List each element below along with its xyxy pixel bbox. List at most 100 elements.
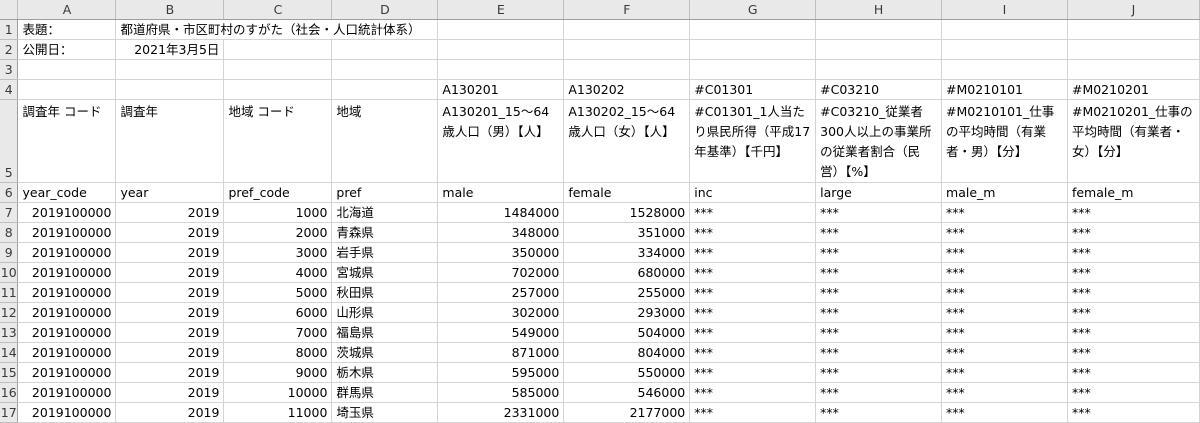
cell-j13[interactable]: *** [1067,322,1200,343]
row-header[interactable]: 9 [0,242,19,263]
cell-i5[interactable]: #M0210101_仕事の平均時間（有業者・男）【分】 [941,99,1068,183]
cell-j12[interactable]: *** [1067,302,1200,323]
cell-c11[interactable]: 5000 [223,282,333,303]
cell-d16[interactable]: 群馬県 [331,382,439,403]
cell-e16[interactable]: 585000 [437,382,565,403]
cell-j3[interactable] [1067,59,1200,80]
cell-e6[interactable]: male [437,182,565,203]
cell-h14[interactable]: *** [815,342,943,363]
cell-i6[interactable]: male_m [941,182,1068,203]
cell-e10[interactable]: 702000 [437,262,565,283]
cell-b3[interactable] [115,59,225,80]
cell-i8[interactable]: *** [941,222,1068,243]
cell-i9[interactable]: *** [941,242,1068,263]
cell-c13[interactable]: 7000 [223,322,333,343]
row-header[interactable]: 10 [0,262,19,283]
cell-d8[interactable]: 青森県 [331,222,439,243]
row-header[interactable]: 12 [0,302,19,323]
row-header[interactable]: 11 [0,282,19,303]
cell-e13[interactable]: 549000 [437,322,565,343]
cell-c17[interactable]: 11000 [223,402,333,423]
cell-j14[interactable]: *** [1067,342,1200,363]
cell-c16[interactable]: 10000 [223,382,333,403]
cell-a10[interactable]: 2019100000 [17,262,117,283]
cell-i13[interactable]: *** [941,322,1068,343]
cell-j5[interactable]: #M0210201_仕事の平均時間（有業者・女）【分】 [1067,99,1200,183]
cell-h7[interactable]: *** [815,202,943,223]
row-header[interactable]: 2 [0,39,19,60]
cell-g8[interactable]: *** [689,222,817,243]
row-header[interactable]: 14 [0,342,19,363]
cell-g14[interactable]: *** [689,342,817,363]
column-header[interactable]: G [689,0,817,20]
cell-j1[interactable] [1067,19,1200,40]
cell-b15[interactable]: 2019 [115,362,225,383]
cell-c4[interactable] [223,79,333,100]
row-header[interactable]: 7 [0,202,19,223]
column-header[interactable]: C [223,0,333,20]
cell-g1[interactable] [689,19,817,40]
cell-e4[interactable]: A130201 [437,79,565,100]
cell-b5[interactable]: 調査年 [115,99,225,183]
cell-e11[interactable]: 257000 [437,282,565,303]
cell-a8[interactable]: 2019100000 [17,222,117,243]
cell-h6[interactable]: large [815,182,943,203]
column-header[interactable]: B [115,0,225,20]
cell-i11[interactable]: *** [941,282,1068,303]
cell-j7[interactable]: *** [1067,202,1200,223]
cell-b4[interactable] [115,79,225,100]
cell-f12[interactable]: 293000 [563,302,691,323]
cell-h9[interactable]: *** [815,242,943,263]
cell-h4[interactable]: #C03210 [815,79,943,100]
row-header[interactable]: 17 [0,402,19,423]
cell-g12[interactable]: *** [689,302,817,323]
row-header[interactable]: 16 [0,382,19,403]
column-header[interactable]: A [17,0,117,20]
cell-f10[interactable]: 680000 [563,262,691,283]
cell-g9[interactable]: *** [689,242,817,263]
cell-f6[interactable]: female [563,182,691,203]
cell-e15[interactable]: 595000 [437,362,565,383]
column-header[interactable]: J [1067,0,1200,20]
cell-h10[interactable]: *** [815,262,943,283]
cell-b1[interactable]: 都道府県・市区町村のすがた（社会・人口統計体系） [115,19,439,40]
cell-c12[interactable]: 6000 [223,302,333,323]
row-header[interactable]: 1 [0,19,19,40]
cell-b6[interactable]: year [115,182,225,203]
cell-j11[interactable]: *** [1067,282,1200,303]
cell-d9[interactable]: 岩手県 [331,242,439,263]
cell-j16[interactable]: *** [1067,382,1200,403]
cell-d15[interactable]: 栃木県 [331,362,439,383]
cell-a3[interactable] [17,59,117,80]
row-header[interactable]: 15 [0,362,19,383]
cell-b2[interactable]: 2021年3月5日 [115,39,225,60]
cell-e2[interactable] [437,39,565,60]
cell-i16[interactable]: *** [941,382,1068,403]
cell-e3[interactable] [437,59,565,80]
cell-d17[interactable]: 埼玉県 [331,402,439,423]
cell-b8[interactable]: 2019 [115,222,225,243]
cell-a4[interactable] [17,79,117,100]
cell-h5[interactable]: #C03210_従業者300人以上の事業所の従業者割合（民営）【%】 [815,99,943,183]
cell-g11[interactable]: *** [689,282,817,303]
cell-h3[interactable] [815,59,943,80]
cell-a17[interactable]: 2019100000 [17,402,117,423]
cell-f7[interactable]: 1528000 [563,202,691,223]
cell-f8[interactable]: 351000 [563,222,691,243]
cell-b10[interactable]: 2019 [115,262,225,283]
cell-d4[interactable] [331,79,439,100]
cell-i7[interactable]: *** [941,202,1068,223]
cell-b13[interactable]: 2019 [115,322,225,343]
cell-a5[interactable]: 調査年 コード [17,99,117,183]
cell-f5[interactable]: A130202_15～64歳人口（女）【人】 [563,99,691,183]
cell-i15[interactable]: *** [941,362,1068,383]
column-header[interactable]: H [815,0,943,20]
cell-d11[interactable]: 秋田県 [331,282,439,303]
cell-a14[interactable]: 2019100000 [17,342,117,363]
cell-j8[interactable]: *** [1067,222,1200,243]
cell-j17[interactable]: *** [1067,402,1200,423]
cell-d12[interactable]: 山形県 [331,302,439,323]
cell-f3[interactable] [563,59,691,80]
cell-c5[interactable]: 地域 コード [223,99,333,183]
cell-g5[interactable]: #C01301_1人当たり県民所得（平成17年基準）【千円】 [689,99,817,183]
